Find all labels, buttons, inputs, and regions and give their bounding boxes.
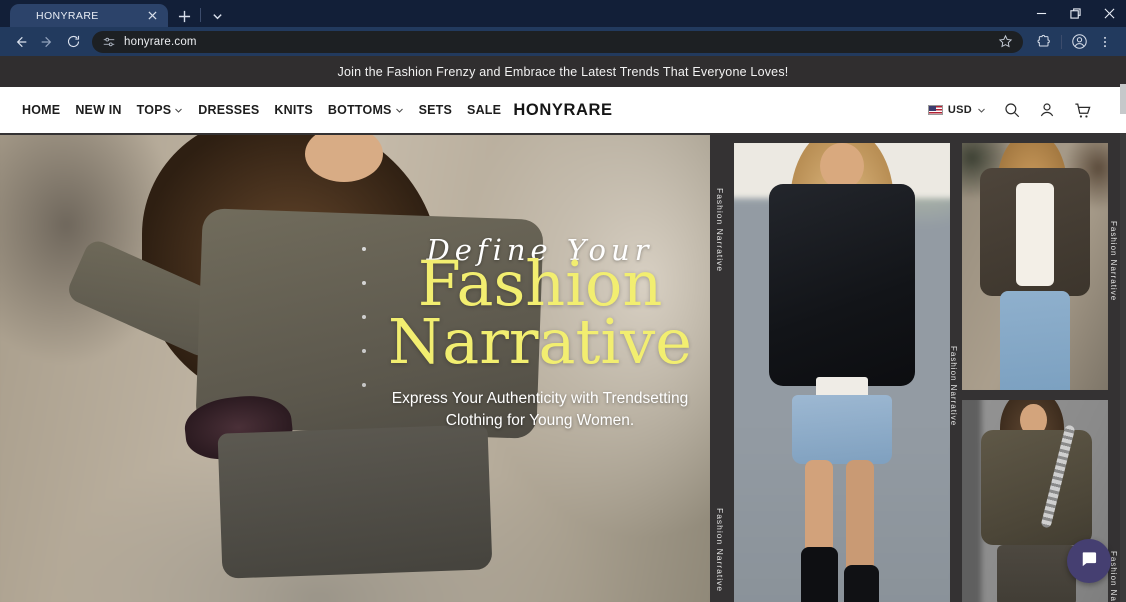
model-jeans (999, 291, 1071, 390)
tab-list-chevron-icon[interactable] (205, 4, 229, 28)
model-leg (846, 459, 875, 580)
site-logo[interactable]: HONYRARE (513, 101, 612, 120)
new-tab-button[interactable] (172, 4, 196, 28)
nav-item-label: BOTTOMS (327, 103, 392, 117)
chat-button[interactable] (1067, 539, 1111, 583)
announcement-text: Join the Fashion Frenzy and Embrace the … (337, 64, 789, 79)
cart-button[interactable] (1073, 101, 1092, 120)
nav-item-knits[interactable]: KNITS (274, 103, 313, 117)
toolbar-separator (1061, 34, 1062, 49)
hero-image-3 (962, 143, 1108, 390)
hero-headline-line2: Narrative (388, 305, 692, 379)
announcement-bar: Join the Fashion Frenzy and Embrace the … (0, 56, 1126, 87)
nav-item-label: DRESSES (198, 103, 260, 117)
search-button[interactable] (1003, 101, 1021, 119)
chevron-down-icon (395, 106, 404, 115)
chat-bubble-icon (1079, 549, 1099, 574)
nav-item-dresses[interactable]: DRESSES (198, 103, 259, 117)
chevron-down-icon (174, 106, 183, 115)
url-text: honyrare.com (124, 35, 197, 48)
model-denim-skirt (792, 395, 892, 465)
vertical-label: Fashion Narrative (949, 346, 958, 427)
nav-item-sale[interactable]: SALE (467, 103, 501, 117)
hero-section: Define Your Fashion Narrative Express Yo… (0, 133, 1126, 602)
nav-item-label: NEW IN (75, 103, 122, 117)
model-boot (844, 565, 879, 602)
account-button[interactable] (1038, 101, 1056, 119)
model-skirt (217, 424, 493, 579)
site-navbar: HOME NEW IN TOPS DRESSES KNITS BOTTOMS S… (0, 87, 1126, 133)
scrollbar-thumb[interactable] (1120, 84, 1126, 114)
nav-item-label: HOME (22, 103, 61, 117)
model-skirt (997, 545, 1076, 602)
tab-strip: HONYRARE (0, 0, 1126, 27)
bookmark-star-icon[interactable] (998, 34, 1013, 49)
nav-item-label: SALE (467, 103, 502, 117)
model-boot (800, 546, 838, 602)
vertical-label: Fashion Narrative (715, 508, 725, 593)
currency-selector[interactable]: USD (927, 104, 986, 116)
model-jacket (980, 430, 1092, 546)
hero-subtitle-line1: Express Your Authenticity with Trendsett… (391, 389, 689, 407)
extensions-icon[interactable] (1031, 29, 1057, 55)
reload-button[interactable] (60, 29, 86, 55)
back-button[interactable] (8, 29, 34, 55)
nav-item-tops[interactable]: TOPS (137, 103, 184, 117)
model-tank-top (1016, 182, 1054, 287)
browser-tab[interactable]: HONYRARE (10, 4, 168, 27)
nav-links: HOME NEW IN TOPS DRESSES KNITS BOTTOMS S… (0, 103, 501, 117)
tab-separator (200, 8, 201, 22)
vertical-label: Fashion Narrative (715, 188, 725, 273)
model-face (820, 143, 864, 189)
us-flag-icon (927, 105, 943, 115)
scrollbar-track[interactable] (1120, 133, 1126, 602)
hero-subtitle-line2: Clothing for Young Women. (445, 412, 635, 429)
nav-item-sets[interactable]: SETS (419, 103, 452, 117)
forward-button[interactable] (34, 29, 60, 55)
nav-item-new-in[interactable]: NEW IN (75, 103, 121, 117)
nav-item-label: SETS (418, 103, 453, 117)
nav-item-bottoms[interactable]: BOTTOMS (328, 103, 404, 117)
hero-subtitle: Express Your Authenticity with Trendsett… (368, 388, 712, 433)
profile-icon[interactable] (1066, 29, 1092, 55)
nav-item-label: KNITS (274, 103, 313, 117)
address-bar[interactable]: honyrare.com (92, 30, 1023, 53)
tab-close-icon[interactable] (144, 8, 160, 24)
tab-title: HONYRARE (36, 9, 99, 22)
vertical-label: Fashion Narrative (1109, 221, 1118, 302)
restore-button[interactable] (1058, 0, 1092, 27)
nav-item-home[interactable]: HOME (22, 103, 60, 117)
hero-copy: Define Your Fashion Narrative Express Yo… (368, 233, 712, 432)
hero-image-2 (734, 143, 950, 602)
currency-code: USD (947, 104, 972, 116)
nav-item-label: TOPS (136, 103, 172, 117)
menu-dots-icon[interactable] (1092, 29, 1118, 55)
browser-toolbar: honyrare.com (0, 27, 1126, 56)
nav-actions: USD (927, 101, 1092, 120)
chevron-down-icon (977, 106, 986, 115)
model-jacket (768, 184, 916, 387)
window-controls (1024, 0, 1126, 27)
site-info-icon[interactable] (102, 35, 116, 49)
minimize-button[interactable] (1024, 0, 1058, 27)
close-button[interactable] (1092, 0, 1126, 27)
browser-window: HONYRARE honyrare.com Join the Fashion F… (0, 0, 1126, 602)
